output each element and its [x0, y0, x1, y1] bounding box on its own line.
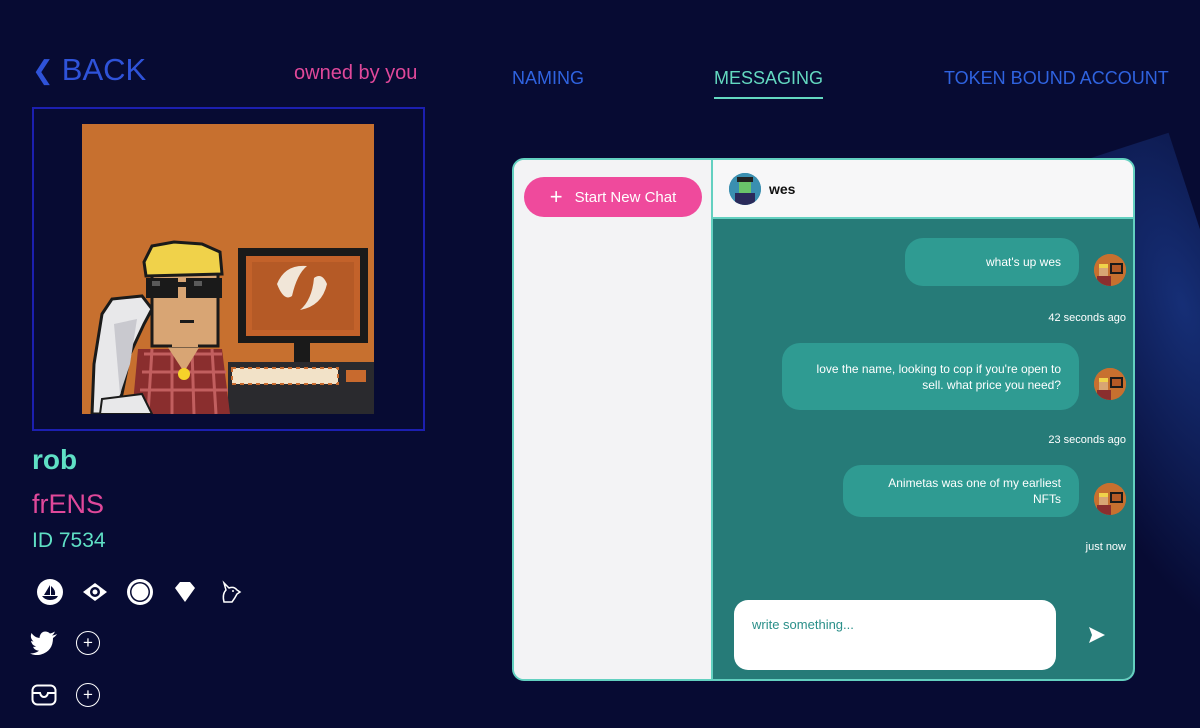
tab-token-bound-account[interactable]: TOKEN BOUND ACCOUNT: [944, 68, 1169, 89]
profile-name: rob: [32, 444, 78, 475]
email-icon[interactable]: [30, 681, 58, 709]
pixel-art: [82, 124, 374, 414]
send-icon: [1089, 627, 1105, 643]
message-bubble: what's up wes: [905, 238, 1079, 286]
email-row: +: [30, 681, 100, 709]
plus-icon: +: [549, 184, 563, 209]
back-label: BACK: [61, 52, 147, 87]
message-text: love the name, looking to cop if you're …: [816, 361, 1061, 392]
message-text: Animetas was one of my earliest NFTs: [888, 476, 1061, 506]
conversation-header: wes: [713, 160, 1133, 219]
add-email-button[interactable]: +: [76, 683, 100, 707]
message-timestamp: 42 seconds ago: [1048, 312, 1126, 324]
chevron-left-icon: ❮: [32, 54, 54, 85]
eye-icon[interactable]: [81, 578, 109, 606]
back-button[interactable]: ❮ BACK: [32, 52, 146, 88]
message-timestamp: 23 seconds ago: [1048, 434, 1126, 446]
message-text: what's up wes: [986, 255, 1061, 269]
conversation: wes what's up wes 42 seconds ago love th…: [713, 160, 1133, 679]
circle-logo-icon[interactable]: [126, 578, 154, 606]
collection-name: frENS: [32, 489, 105, 519]
contact-avatar: [729, 172, 761, 205]
sender-avatar: [1094, 368, 1126, 400]
twitter-icon[interactable]: [30, 629, 58, 657]
start-new-chat-label: Start New Chat: [574, 188, 677, 206]
unicorn-icon[interactable]: [216, 578, 244, 606]
diamond-icon[interactable]: [171, 578, 199, 606]
sender-avatar: [1094, 254, 1126, 286]
chat-list: + Start New Chat: [514, 160, 713, 679]
sender-avatar: [1094, 483, 1126, 515]
token-id: ID 7534: [32, 529, 106, 552]
message-bubble: love the name, looking to cop if you're …: [782, 343, 1079, 410]
message-bubble: Animetas was one of my earliest NFTs: [843, 465, 1079, 517]
message-input[interactable]: [734, 600, 1056, 670]
chat-panel: + Start New Chat wes what's up wes 42 se…: [512, 158, 1135, 681]
contact-name: wes: [769, 180, 796, 197]
owned-by-you-label: owned by you: [294, 62, 418, 84]
send-button[interactable]: [1087, 625, 1107, 645]
tab-messaging[interactable]: MESSAGING: [714, 68, 824, 99]
twitter-row: +: [30, 629, 100, 657]
opensea-icon[interactable]: [36, 578, 64, 606]
add-twitter-button[interactable]: +: [76, 631, 100, 655]
start-new-chat-button[interactable]: + Start New Chat: [524, 177, 702, 217]
message-thread: what's up wes 42 seconds ago love the na…: [713, 219, 1133, 679]
nft-avatar-image: [82, 124, 374, 414]
marketplace-links: [36, 578, 244, 606]
tab-naming[interactable]: NAMING: [512, 68, 584, 89]
message-timestamp: just now: [1085, 541, 1126, 553]
